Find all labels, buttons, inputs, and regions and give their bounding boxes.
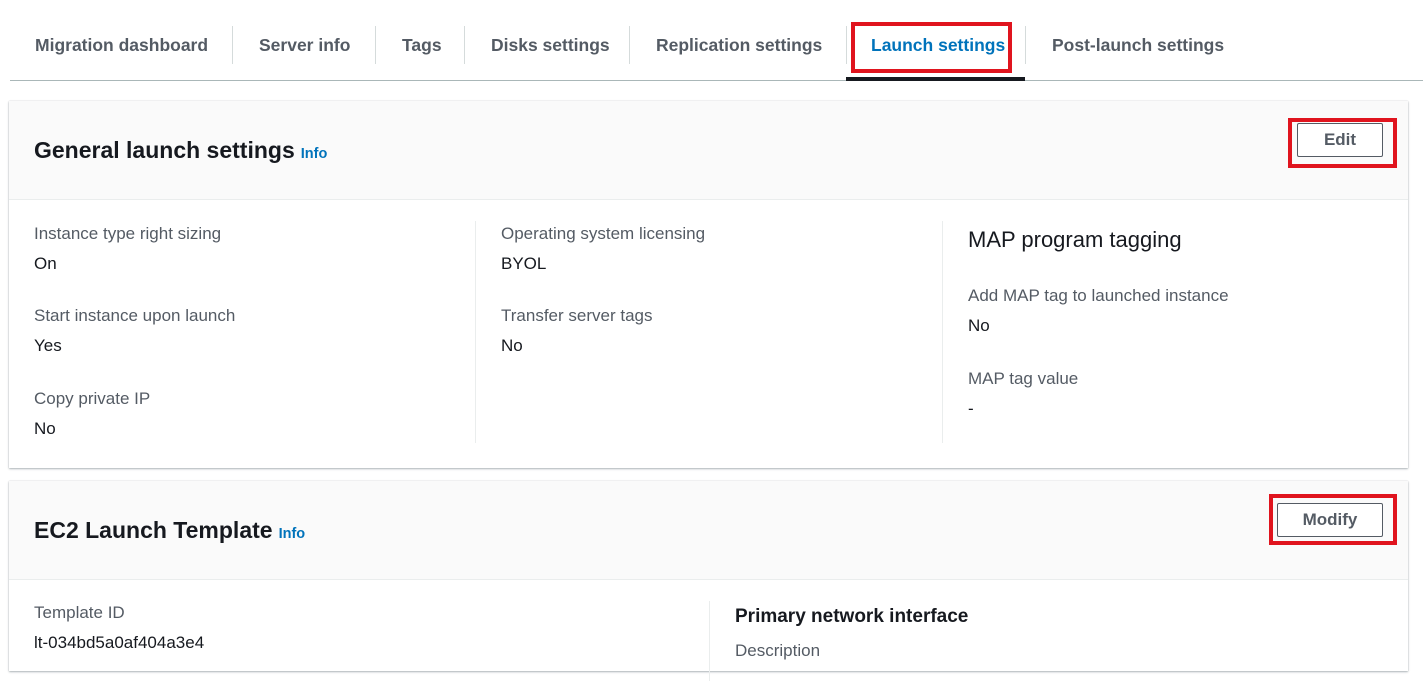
tab-divider [375, 26, 376, 64]
field-label: Start instance upon launch [34, 306, 236, 325]
field-label: Transfer server tags [501, 306, 653, 325]
template-id-label: Template ID [34, 603, 125, 622]
tab-server-info[interactable]: Server info [259, 26, 350, 64]
tab-disks-settings[interactable]: Disks settings [491, 26, 610, 64]
tab-post-launch-settings[interactable]: Post-launch settings [1052, 26, 1224, 64]
highlight-box-edit [1288, 118, 1397, 168]
panel-title-text: EC2 Launch Template [34, 517, 273, 543]
active-tab-indicator [846, 77, 1025, 81]
field-value: - [968, 399, 974, 418]
primary-network-interface-title: Primary network interface [735, 606, 969, 627]
field-value: BYOL [501, 254, 547, 273]
info-link[interactable]: Info [279, 526, 306, 542]
ec2-launch-template-panel: EC2 Launch Template Info Modify Template … [9, 481, 1408, 681]
field-label: Copy private IP [34, 389, 151, 408]
field-label: Instance type right sizing [34, 224, 222, 243]
field-value: On [34, 254, 57, 273]
tab-divider [232, 26, 233, 64]
info-link[interactable]: Info [301, 146, 328, 162]
column-divider [709, 601, 710, 681]
panel-title: EC2 Launch Template Info [34, 517, 305, 544]
general-launch-settings-panel: General launch settings Info Edit Instanc… [9, 101, 1408, 468]
tab-divider [464, 26, 465, 64]
field-value: No [968, 316, 990, 335]
field-value: Yes [34, 336, 62, 355]
tab-replication-settings[interactable]: Replication settings [656, 26, 822, 64]
panel-header: General launch settings Info Edit [9, 101, 1408, 200]
tab-divider [846, 26, 847, 64]
field-label: MAP tag value [968, 369, 1079, 388]
field-label: Add MAP tag to launched instance [968, 286, 1229, 305]
description-label: Description [735, 641, 821, 660]
template-id-value: lt-034bd5a0af404a3e4 [34, 633, 205, 652]
column-divider [942, 221, 943, 443]
tab-divider [629, 26, 630, 64]
tab-bar: Migration dashboard Server info Tags Dis… [0, 0, 1423, 82]
column-divider [475, 221, 476, 443]
tab-divider [1025, 26, 1026, 64]
highlight-box-launch-settings [851, 22, 1012, 73]
tab-migration-dashboard[interactable]: Migration dashboard [35, 26, 208, 64]
panel-title-text: General launch settings [34, 137, 295, 163]
field-value: No [501, 336, 523, 355]
highlight-box-modify [1269, 494, 1397, 545]
field-label: Operating system licensing [501, 224, 706, 243]
tab-tags[interactable]: Tags [402, 26, 442, 64]
field-value: No [34, 419, 56, 438]
map-section-title: MAP program tagging [968, 227, 1182, 252]
panel-header: EC2 Launch Template Info Modify [9, 481, 1408, 580]
tab-bar-baseline [10, 80, 1423, 81]
panel-title: General launch settings Info [34, 137, 327, 164]
